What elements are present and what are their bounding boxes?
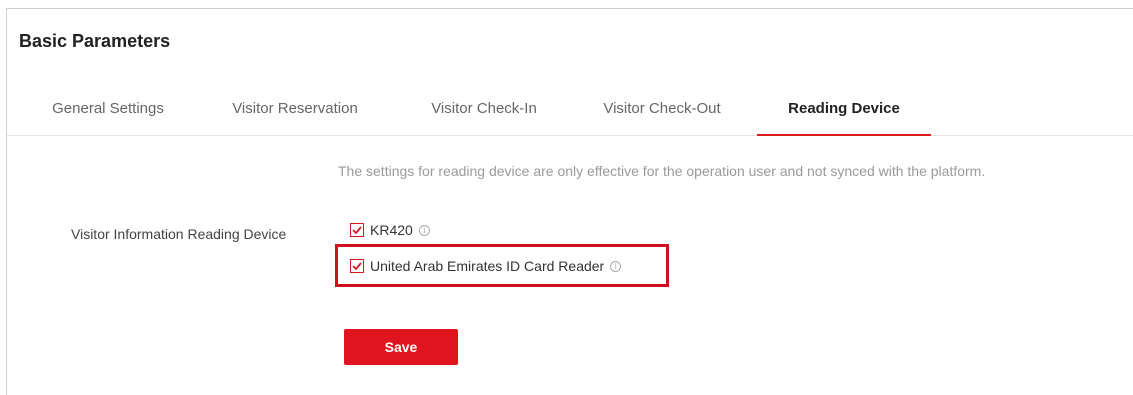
option-kr420: KR420 i (350, 222, 430, 238)
basic-parameters-panel: Basic Parameters General Settings Visito… (6, 8, 1133, 395)
kr420-checkbox[interactable] (350, 223, 364, 237)
kr420-label: KR420 (370, 222, 413, 238)
info-circle-icon[interactable]: i (418, 224, 430, 236)
tab-visitor-check-out[interactable]: Visitor Check-Out (595, 83, 729, 135)
tab-visitor-reservation[interactable]: Visitor Reservation (225, 83, 365, 135)
checkmark-icon (352, 226, 362, 235)
highlight-annotation-box (335, 244, 669, 287)
tab-visitor-check-in[interactable]: Visitor Check-In (421, 83, 547, 135)
tab-reading-device[interactable]: Reading Device (757, 83, 931, 136)
reading-device-notice: The settings for reading device are only… (338, 163, 986, 179)
tab-bar: General Settings Visitor Reservation Vis… (7, 83, 1133, 136)
page-title: Basic Parameters (19, 31, 171, 51)
save-button[interactable]: Save (344, 329, 458, 365)
tab-general-settings[interactable]: General Settings (47, 83, 169, 135)
visitor-info-reading-device-label: Visitor Information Reading Device (71, 226, 287, 242)
